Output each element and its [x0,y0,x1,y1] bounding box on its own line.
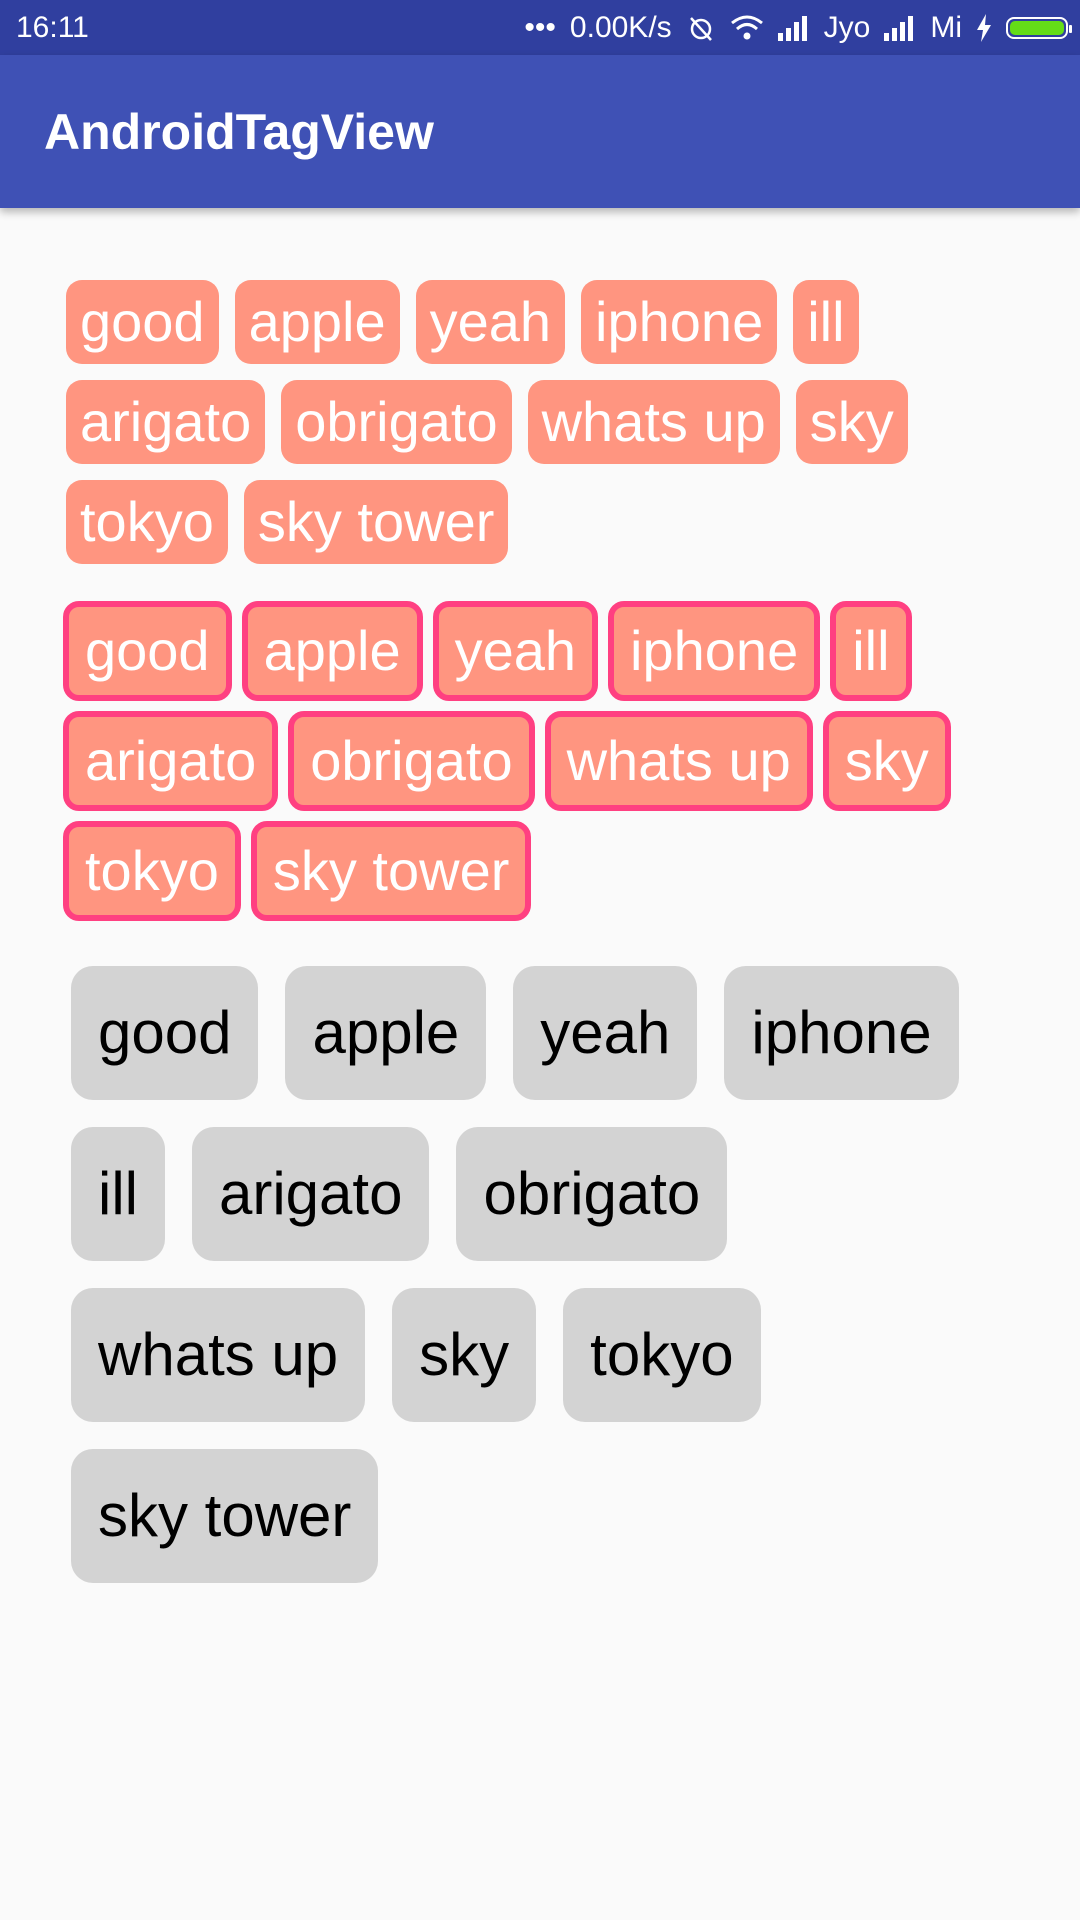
tag[interactable]: apple [285,966,487,1100]
tag[interactable]: sky [822,711,951,811]
tag[interactable]: ill [830,601,912,701]
tag[interactable]: sky tower [71,1449,379,1583]
battery-icon [1006,16,1072,39]
tag[interactable]: obrigato [288,711,535,811]
tag[interactable]: arigato [66,380,266,464]
tag[interactable]: tokyo [66,480,228,564]
tag[interactable]: iphone [581,280,778,364]
tag-group-bordered: good apple yeah iphone ill arigato obrig… [63,601,1043,921]
tag[interactable]: apple [241,601,423,701]
status-time: 16:11 [16,10,89,44]
tag[interactable]: yeah [513,966,698,1100]
network-speed: 0.00K/s [569,10,672,44]
tag[interactable]: obrigato [456,1127,728,1261]
tag[interactable]: apple [234,280,400,364]
tag[interactable]: sky [392,1288,537,1422]
tag[interactable]: whats up [544,711,813,811]
tag[interactable]: whats up [527,380,780,464]
alarm-muted-icon [686,13,716,43]
charging-icon [976,13,992,42]
tag-group-gray: good apple yeah iphone ill arigato obrig… [71,966,1011,1583]
tag[interactable]: whats up [71,1288,366,1422]
more-indicator: ••• [524,10,556,44]
tag[interactable]: yeah [432,601,599,701]
tag[interactable]: iphone [724,966,959,1100]
wifi-icon [730,14,764,42]
carrier-1: Jyo [823,10,871,44]
tag-group-plain: good apple yeah iphone ill arigato obrig… [66,280,1026,564]
status-icons: ••• 0.00K/s Jyo Mi [524,10,1072,45]
battery-level [1010,20,1064,35]
app-bar: AndroidTagView [0,55,1080,208]
tag[interactable]: ill [793,280,859,364]
tag[interactable]: good [66,280,219,364]
signal-icon [884,15,916,41]
signal-icon [777,15,810,41]
carrier-2: Mi [930,10,962,44]
tag[interactable]: iphone [608,601,821,701]
status-bar: 16:11 ••• 0.00K/s Jyo Mi [0,0,1080,55]
tag[interactable]: arigato [192,1127,430,1261]
tag[interactable]: tokyo [563,1288,761,1422]
tag[interactable]: sky [795,380,908,464]
tag[interactable]: sky tower [243,480,509,564]
tag[interactable]: yeah [415,280,566,364]
tag[interactable]: arigato [63,711,279,811]
tag[interactable]: ill [71,1127,165,1261]
tag[interactable]: good [63,601,232,701]
tag[interactable]: tokyo [63,821,241,921]
tag[interactable]: good [71,966,259,1100]
app-title: AndroidTagView [44,103,434,160]
tag[interactable]: obrigato [281,380,512,464]
tag[interactable]: sky tower [250,821,532,921]
